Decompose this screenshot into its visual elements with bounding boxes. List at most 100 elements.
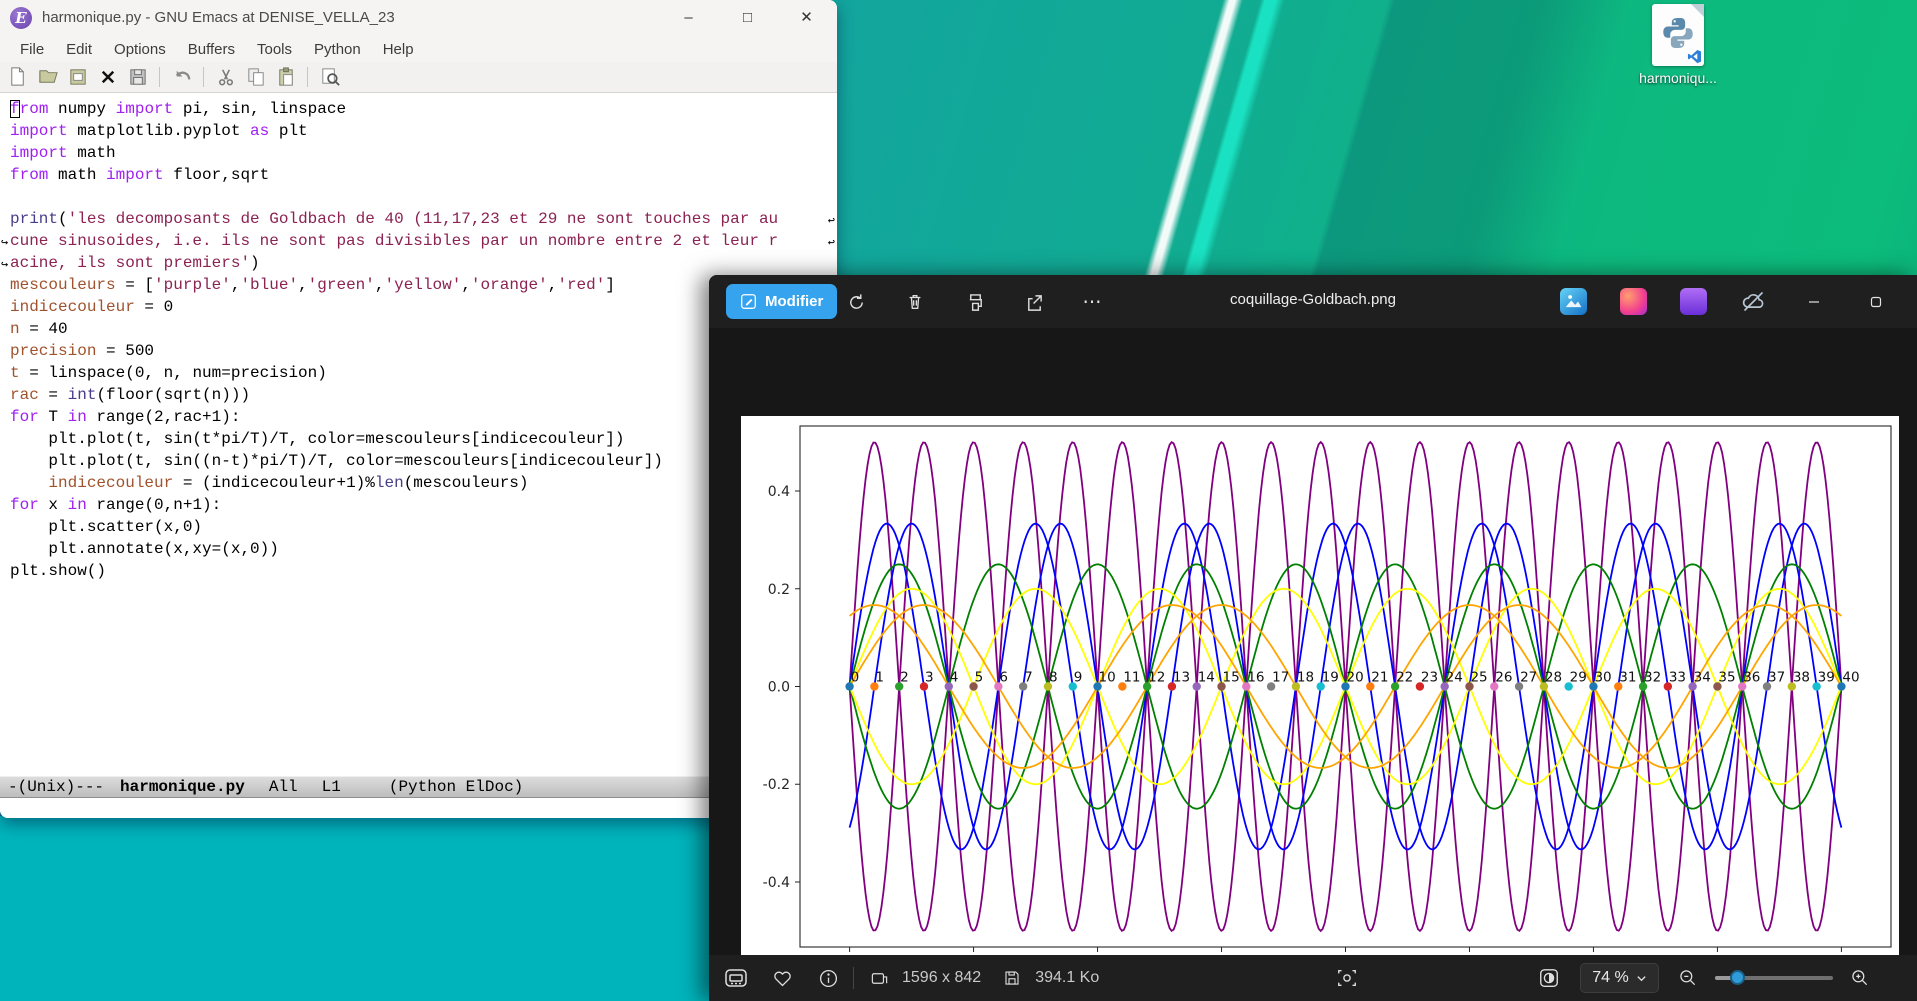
menu-buffers[interactable]: Buffers [177, 39, 246, 60]
wrap-indicator-left: ↪ [1, 254, 8, 276]
dired-icon[interactable] [66, 66, 89, 89]
point-annotation: 13 [1173, 670, 1190, 686]
photos-window: Modifier ⋯ coquillage-Goldbach.png [709, 275, 1917, 1001]
point-annotation: 0 [851, 670, 860, 686]
point-annotation: 21 [1371, 670, 1388, 686]
point-annotation: 27 [1520, 670, 1537, 686]
menu-options[interactable]: Options [103, 39, 177, 60]
cut-icon[interactable] [214, 66, 237, 89]
more-options-icon[interactable]: ⋯ [1077, 287, 1107, 317]
point-annotation: 37 [1768, 670, 1785, 686]
toolbar-separator [307, 67, 308, 87]
favorite-heart-icon[interactable] [765, 961, 799, 995]
python-logo-icon [1659, 14, 1697, 52]
zoom-out-icon[interactable] [1671, 961, 1705, 995]
code-line: import matplotlib.pyplot as plt [10, 120, 837, 142]
photos-maximize-button[interactable] [1861, 287, 1891, 317]
point-annotation: 17 [1272, 670, 1289, 686]
desktop-teal-area [0, 816, 712, 1001]
undo-icon[interactable] [170, 66, 193, 89]
zoom-level-dropdown[interactable]: 74 % [1580, 963, 1658, 993]
theme-toggle-icon[interactable] [1532, 961, 1566, 995]
cloud-unavailable-icon[interactable] [1740, 288, 1767, 315]
rotate-icon[interactable] [841, 287, 871, 317]
visual-search-icon[interactable] [1330, 961, 1364, 995]
photos-app-icon[interactable] [1560, 288, 1587, 315]
point-annotation: 4 [950, 670, 959, 686]
toolbar-separator [159, 67, 160, 87]
search-icon[interactable] [318, 66, 341, 89]
menu-edit[interactable]: Edit [55, 39, 103, 60]
code-line: import math [10, 142, 837, 164]
copy-icon[interactable] [244, 66, 267, 89]
open-file-icon[interactable] [36, 66, 59, 89]
point-annotation: 26 [1495, 670, 1512, 686]
point-annotation: 36 [1743, 670, 1760, 686]
statusbar-divider [853, 967, 854, 989]
emacs-minimize-button[interactable]: – [665, 0, 712, 36]
point-annotation: 16 [1247, 670, 1264, 686]
zoom-level-value: 74 % [1592, 969, 1628, 987]
vscode-badge-icon [1687, 49, 1702, 64]
delete-icon[interactable] [900, 287, 930, 317]
point-annotation: 1 [875, 670, 884, 686]
y-tick-label: 0.2 [768, 582, 790, 598]
menu-help[interactable]: Help [372, 39, 425, 60]
desktop-icon-harmonique[interactable]: harmoniqu... [1628, 4, 1728, 92]
emacs-window-title: harmonique.py - GNU Emacs at DENISE_VELL… [42, 9, 395, 26]
photos-minimize-button[interactable] [1799, 287, 1829, 317]
point-annotation: 15 [1223, 670, 1240, 686]
file-size-icon [995, 961, 1029, 995]
menu-file[interactable]: File [9, 39, 55, 60]
point-annotation: 28 [1545, 670, 1562, 686]
python-file-icon [1652, 4, 1704, 66]
menu-tools[interactable]: Tools [246, 39, 303, 60]
file-size: 394.1 Ko [1035, 969, 1099, 987]
photos-titlebar: Modifier ⋯ coquillage-Goldbach.png [709, 275, 1917, 328]
print-icon[interactable] [960, 287, 990, 317]
y-tick-label: -0.2 [763, 777, 790, 793]
code-line: from numpy import pi, sin, linspace [10, 98, 837, 120]
share-icon[interactable] [1019, 287, 1049, 317]
point-annotation: 24 [1446, 670, 1463, 686]
zoom-in-icon[interactable] [1843, 961, 1877, 995]
modeline-coding: -(Unix)--- [8, 778, 120, 796]
point-annotation: 3 [925, 670, 934, 686]
photos-image-title: coquillage-Goldbach.png [709, 291, 1917, 308]
designer-app-icon[interactable] [1620, 288, 1647, 315]
point-annotation: 31 [1619, 670, 1636, 686]
new-file-icon[interactable] [6, 66, 29, 89]
desktop-icon-label: harmoniqu... [1628, 70, 1728, 86]
point-annotation: 14 [1198, 670, 1215, 686]
photos-statusbar: 1596 x 842 394.1 Ko 74 % [709, 955, 1917, 1001]
edit-button[interactable]: Modifier [726, 284, 837, 319]
point-annotation: 40 [1842, 670, 1859, 686]
emacs-cursor: f [10, 100, 20, 118]
modeline-filename: harmonique.py [120, 778, 245, 796]
dimensions-icon [862, 961, 896, 995]
emacs-close-button[interactable]: ✕ [783, 0, 830, 36]
point-annotation: 8 [1049, 670, 1058, 686]
paste-icon[interactable] [274, 66, 297, 89]
modeline-status: All L1 (Python ElDoc) [245, 778, 523, 796]
filmstrip-toggle-icon[interactable] [719, 961, 753, 995]
info-icon[interactable] [811, 961, 845, 995]
zoom-slider-thumb[interactable] [1730, 970, 1745, 985]
point-annotation: 5 [975, 670, 984, 686]
point-annotation: 2 [900, 670, 909, 686]
zoom-slider[interactable] [1715, 976, 1833, 980]
chevron-down-icon [1636, 973, 1647, 984]
y-tick-label: 0.4 [768, 484, 790, 500]
goldbach-plot-image[interactable]: 0510152025303540-0.4-0.20.00.20.40123456… [741, 416, 1899, 985]
kill-buffer-icon[interactable] [96, 66, 119, 89]
save-buffer-icon[interactable] [126, 66, 149, 89]
point-annotation: 11 [1123, 670, 1140, 686]
emacs-maximize-button[interactable]: □ [724, 0, 771, 36]
emacs-menubar: FileEditOptionsBuffersToolsPythonHelp [0, 36, 837, 62]
point-annotation: 7 [1024, 670, 1033, 686]
menu-python[interactable]: Python [303, 39, 372, 60]
clipchamp-app-icon[interactable] [1680, 288, 1707, 315]
point-annotation: 22 [1396, 670, 1413, 686]
emacs-toolbar [0, 62, 837, 93]
point-annotation: 25 [1470, 670, 1487, 686]
